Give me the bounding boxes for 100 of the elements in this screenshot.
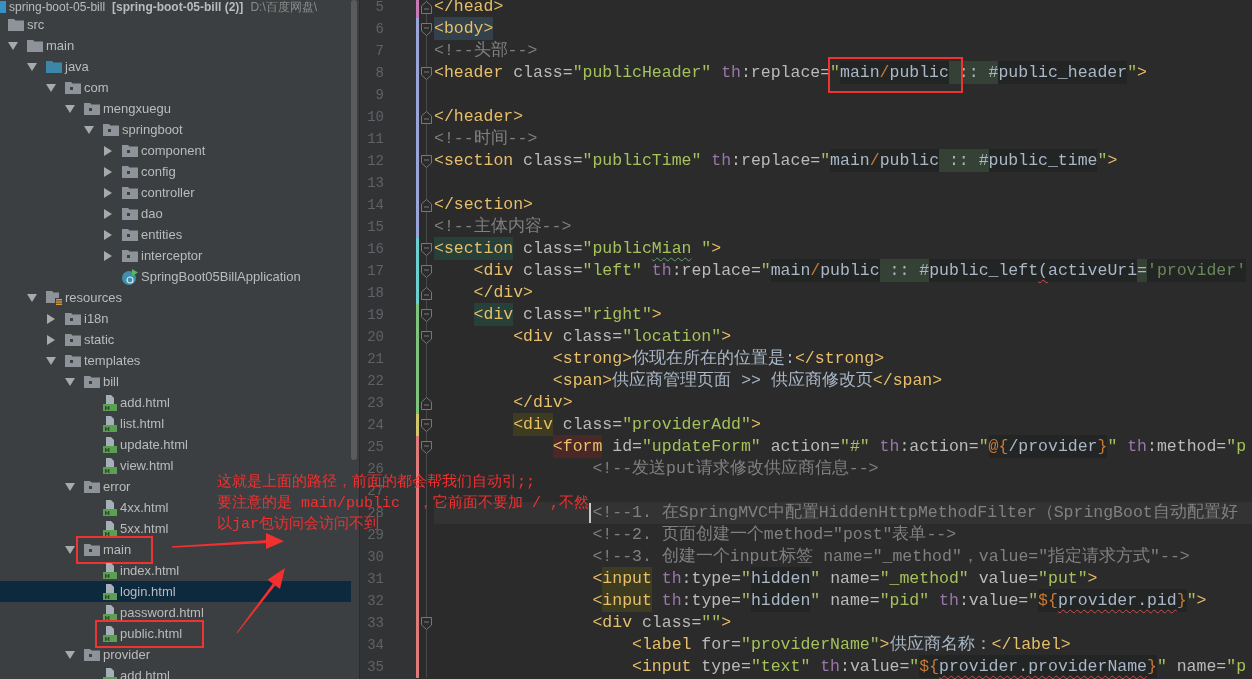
code-line: <!--主体内容--> xyxy=(434,216,572,238)
fold-marker-icon[interactable] xyxy=(421,198,432,212)
folder-icon xyxy=(84,480,100,493)
folder-icon xyxy=(122,207,138,220)
code-line: <!--3. 创建一个input标签 name="_method"，value="指定请求方式"--> xyxy=(592,546,1190,568)
fold-marker-icon[interactable] xyxy=(421,396,432,410)
caret-right-icon[interactable] xyxy=(104,208,112,219)
code-line: <span>供应商管理页面 >> 供应商修改页</span> xyxy=(552,370,943,392)
code-line: <div class="right"> xyxy=(473,304,662,326)
html-file-icon xyxy=(103,604,117,621)
fold-marker-icon[interactable] xyxy=(421,440,432,454)
fold-marker-icon[interactable] xyxy=(421,110,432,124)
code-line: <strong>你现在所在的位置是:</strong> xyxy=(552,348,885,370)
html-file-icon xyxy=(103,667,117,679)
caret-right-icon[interactable] xyxy=(104,250,112,261)
folder-icon xyxy=(122,249,138,262)
code-line: <!--2. 页面创建一个method="post"表单--> xyxy=(592,524,957,546)
code-line: <div class=""> xyxy=(592,612,732,634)
tree-item[interactable]: com xyxy=(65,77,109,98)
caret-down-icon[interactable] xyxy=(27,293,37,302)
folder-icon xyxy=(65,333,81,346)
tree-item[interactable]: static xyxy=(65,329,115,350)
html-file-icon xyxy=(103,520,117,537)
tree-item[interactable]: entities xyxy=(122,224,183,245)
code-line: <section class="publicMian "> xyxy=(434,238,722,260)
code-line: <div class="location"> xyxy=(513,326,732,348)
fold-marker-icon[interactable] xyxy=(421,66,432,80)
caret-right-icon[interactable] xyxy=(104,166,112,177)
html-file-icon xyxy=(103,625,117,642)
folder-icon xyxy=(84,375,100,388)
tree-item[interactable]: update.html xyxy=(103,434,188,455)
fold-marker-icon[interactable] xyxy=(421,22,432,36)
fold-marker-icon[interactable] xyxy=(421,0,432,14)
fold-marker-icon[interactable] xyxy=(421,154,432,168)
tree-item[interactable]: login.html xyxy=(103,581,176,602)
caret-down-icon[interactable] xyxy=(46,83,56,92)
code-line: <input th:type="hidden" name="pid" th:value="${provider.pid}"> xyxy=(592,590,1207,612)
caret-down-icon[interactable] xyxy=(65,104,75,113)
caret-down-icon[interactable] xyxy=(65,650,75,659)
caret-down-icon[interactable] xyxy=(65,377,75,386)
fold-marker-icon[interactable] xyxy=(421,242,432,256)
caret-right-icon[interactable] xyxy=(104,187,112,198)
folder-icon xyxy=(122,144,138,157)
tree-item[interactable]: add.html xyxy=(103,665,170,679)
fold-marker-icon[interactable] xyxy=(421,616,432,630)
tree-item[interactable]: SpringBoot05BillApplication xyxy=(122,266,301,287)
caret-down-icon[interactable] xyxy=(8,41,18,50)
code-line: </section> xyxy=(434,194,534,216)
html-file-icon xyxy=(103,562,117,579)
folder-icon xyxy=(84,543,100,556)
caret-right-icon[interactable] xyxy=(104,145,112,156)
caret-down-icon[interactable] xyxy=(46,356,56,365)
tree-item[interactable]: main xyxy=(27,35,75,56)
scrollbar-thumb[interactable] xyxy=(351,0,357,460)
tree-item[interactable]: java xyxy=(46,56,89,77)
tree-item[interactable]: config xyxy=(122,161,176,182)
folder-icon xyxy=(122,186,138,199)
tree-item[interactable]: interceptor xyxy=(122,245,203,266)
caret-right-icon[interactable] xyxy=(104,229,112,240)
tree-item[interactable]: add.html xyxy=(103,392,170,413)
tree-item[interactable]: resources xyxy=(46,287,123,308)
tree-item[interactable]: main xyxy=(76,535,154,564)
tree-item[interactable]: 4xx.html xyxy=(103,497,169,518)
tree-item[interactable]: dao xyxy=(122,203,163,224)
fold-marker-icon[interactable] xyxy=(421,286,432,300)
html-file-icon xyxy=(103,415,117,432)
caret-down-icon[interactable] xyxy=(27,62,37,71)
folder-icon xyxy=(27,39,43,52)
tree-item[interactable]: list.html xyxy=(103,413,165,434)
html-file-icon xyxy=(103,457,117,474)
folder-icon xyxy=(122,228,138,241)
code-line: <!--发送put请求修改供应商信息--> xyxy=(592,458,879,480)
tree-item[interactable]: src xyxy=(8,14,45,35)
fold-marker-icon[interactable] xyxy=(421,330,432,344)
tree-item[interactable]: spring-boot-05-bill [spring-boot-05-bill (2)] D:\百度网盘\ xyxy=(0,0,318,14)
code-line: <section class="publicTime" th:replace="main/public :: #public_time"> xyxy=(434,150,1118,172)
caret-right-icon[interactable] xyxy=(47,313,55,324)
caret-down-icon[interactable] xyxy=(84,125,94,134)
tree-item[interactable]: springboot xyxy=(103,119,183,140)
fold-marker-icon[interactable] xyxy=(421,418,432,432)
code-line: <!--时间--> xyxy=(434,128,538,150)
html-file-icon xyxy=(103,436,117,453)
tree-item[interactable]: i18n xyxy=(65,308,109,329)
tree-item[interactable]: bill xyxy=(84,371,119,392)
caret-down-icon[interactable] xyxy=(65,482,75,491)
tree-item[interactable]: error xyxy=(84,476,131,497)
text-cursor xyxy=(589,503,592,523)
fold-marker-icon[interactable] xyxy=(421,308,432,322)
tree-item[interactable]: public.html xyxy=(95,619,205,648)
folder-icon xyxy=(122,165,138,178)
tree-item[interactable]: controller xyxy=(122,182,195,203)
tree-item[interactable]: component xyxy=(122,140,206,161)
tree-item[interactable]: mengxuegu xyxy=(84,98,171,119)
caret-down-icon[interactable] xyxy=(65,545,75,554)
code-line: <input th:type="hidden" name="_method" value="put"> xyxy=(592,568,1098,590)
tree-item[interactable]: templates xyxy=(65,350,141,371)
fold-marker-icon[interactable] xyxy=(421,264,432,278)
tree-item[interactable]: view.html xyxy=(103,455,174,476)
caret-right-icon[interactable] xyxy=(47,334,55,345)
code-line: <form id="updateForm" action="#" th:action="@{/provider}" th:method="p xyxy=(552,436,1247,458)
